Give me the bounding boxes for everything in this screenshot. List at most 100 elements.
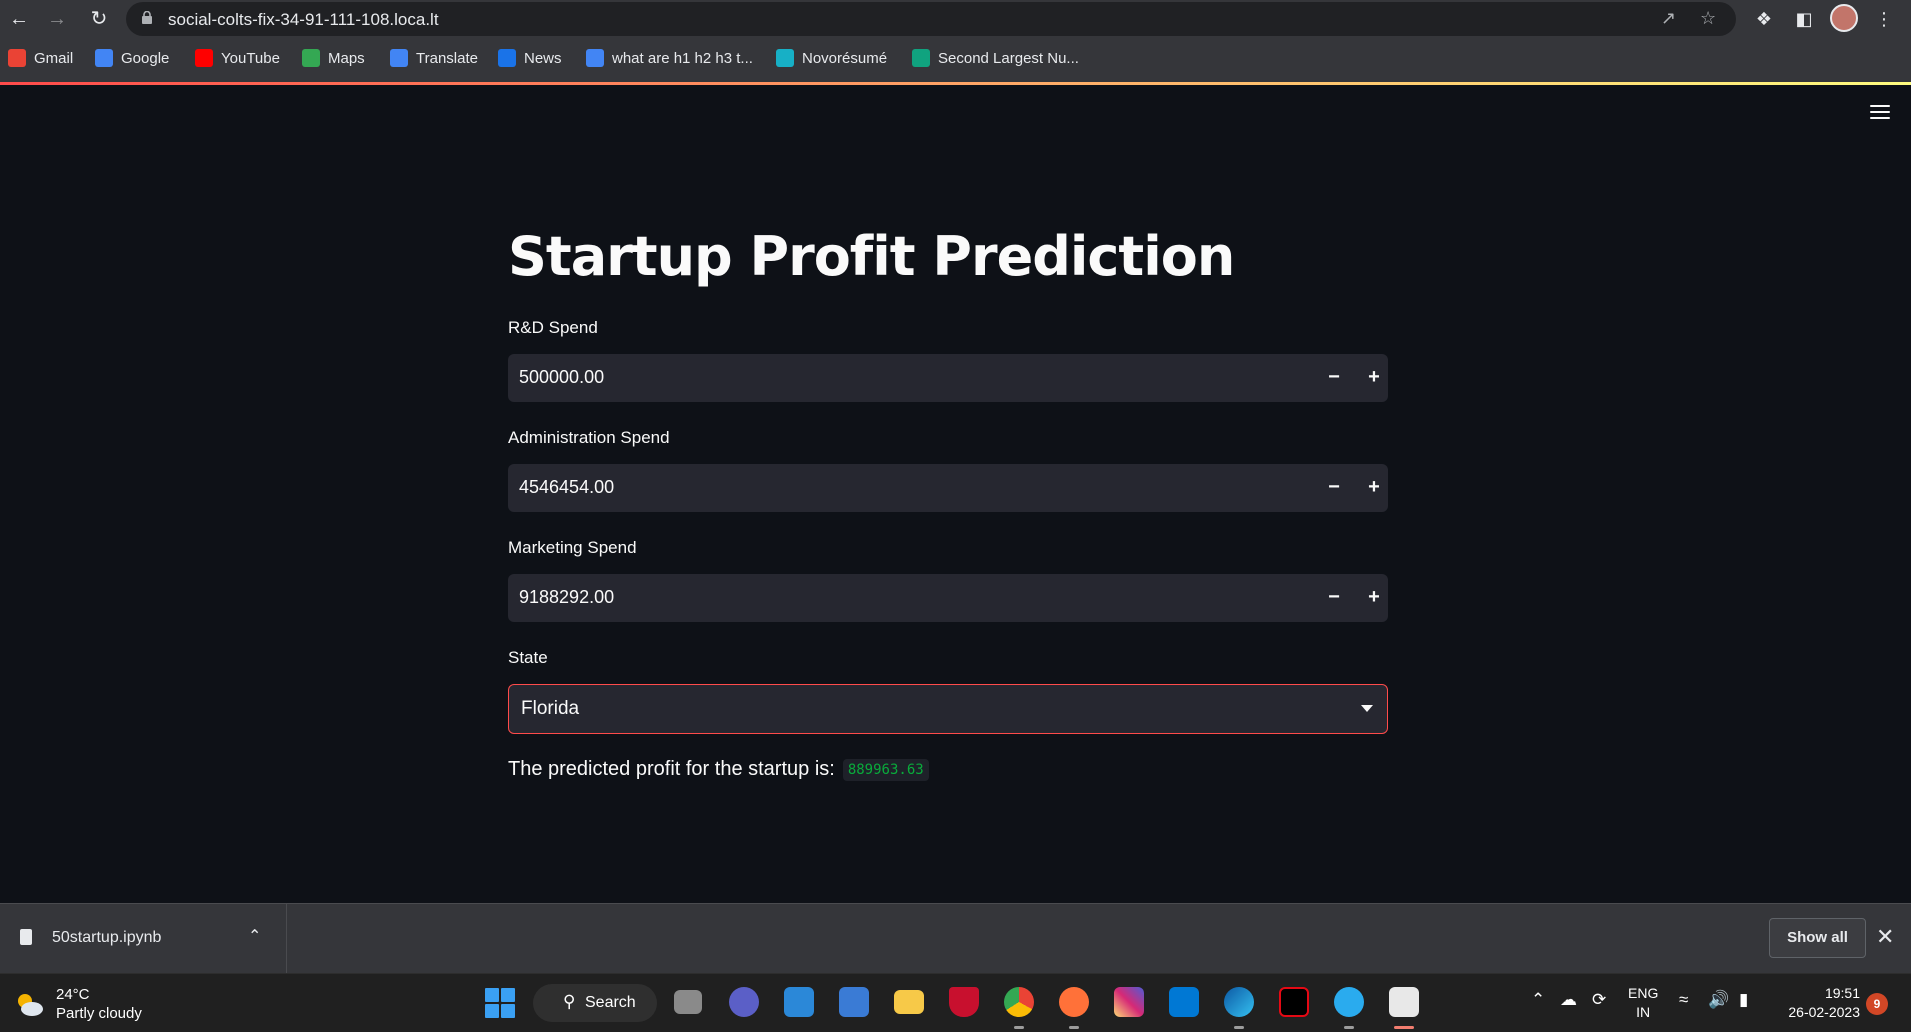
rd-spend-decrement-button[interactable]: − xyxy=(1314,354,1354,402)
address-bar[interactable]: social-colts-fix-34-91-111-108.loca.lt ↗… xyxy=(126,2,1736,36)
file-explorer-icon[interactable] xyxy=(894,990,924,1014)
instagram-icon[interactable] xyxy=(1114,987,1144,1017)
mcafee-icon[interactable] xyxy=(949,987,979,1017)
search-icon: ⚲ xyxy=(563,992,576,1011)
bookmark-favicon-icon xyxy=(302,49,320,67)
onedrive-icon[interactable]: ☁ xyxy=(1560,990,1577,1010)
chrome-icon[interactable] xyxy=(1004,987,1034,1017)
lang-region: IN xyxy=(1636,1004,1651,1020)
bookmark-maps[interactable]: Maps xyxy=(302,48,365,68)
lock-icon xyxy=(142,11,152,24)
snipping-tool-icon[interactable] xyxy=(1389,987,1419,1017)
teams-chat-icon[interactable] xyxy=(729,987,759,1017)
vscode-icon[interactable] xyxy=(1169,987,1199,1017)
task-view-icon[interactable] xyxy=(674,990,702,1014)
bookmark-translate[interactable]: Translate xyxy=(390,48,478,68)
url-text: social-colts-fix-34-91-111-108.loca.lt xyxy=(168,10,439,29)
telegram-icon[interactable] xyxy=(1334,987,1364,1017)
profile-avatar[interactable] xyxy=(1830,4,1858,32)
rd-spend-label: R&D Spend xyxy=(508,318,598,337)
browser-menu-icon[interactable]: ⋮ xyxy=(1870,5,1898,33)
bookmark-favicon-icon xyxy=(95,49,113,67)
bookmarks-bar: Gmail Google YouTube Maps Translate News what … xyxy=(0,42,1911,74)
state-select[interactable]: Florida xyxy=(508,684,1388,734)
bookmark-label: Maps xyxy=(328,49,365,67)
star-icon[interactable]: ☆ xyxy=(1700,8,1716,29)
notification-badge[interactable]: 9 xyxy=(1866,993,1888,1015)
marketing-spend-label: Marketing Spend xyxy=(508,538,637,557)
rd-spend-input[interactable]: 500000.00 − + xyxy=(508,354,1388,402)
active-indicator xyxy=(1394,1026,1414,1029)
edge-icon[interactable] xyxy=(1224,987,1254,1017)
bookmark-favicon-icon xyxy=(776,49,794,67)
bookmark-favicon-icon xyxy=(912,49,930,67)
whiteboard-icon[interactable] xyxy=(839,987,869,1017)
forward-arrow-icon[interactable]: → xyxy=(42,4,72,34)
bookmark-favicon-icon xyxy=(498,49,516,67)
streamlit-app: Startup Profit Prediction R&D Spend 5000… xyxy=(0,85,1911,903)
marketing-spend-decrement-button[interactable]: − xyxy=(1314,574,1354,622)
clock[interactable]: 19:51 26-02-2023 xyxy=(1778,984,1860,1022)
search-label: Search xyxy=(585,994,636,1011)
share-icon[interactable]: ↗ xyxy=(1661,8,1676,29)
bookmark-label: what are h1 h2 h3 t... xyxy=(612,49,753,67)
hamburger-menu-icon[interactable] xyxy=(1870,105,1892,123)
chevron-up-icon[interactable]: ⌃ xyxy=(248,926,261,946)
state-selected-value: Florida xyxy=(521,698,580,719)
weather-desc: Partly cloudy xyxy=(56,1005,142,1022)
bookmark-google[interactable]: Google xyxy=(95,48,169,68)
file-icon xyxy=(20,929,32,945)
netflix-icon[interactable] xyxy=(1279,987,1309,1017)
bookmark-second-largest-nu[interactable]: Second Largest Nu... xyxy=(912,48,1079,68)
bookmark-youtube[interactable]: YouTube xyxy=(195,48,280,68)
prediction-result: The predicted profit for the startup is:… xyxy=(508,758,929,781)
bookmark-novor-sum[interactable]: Novorésumé xyxy=(776,48,887,68)
browser-toolbar: ← → ↻ social-colts-fix-34-91-111-108.loc… xyxy=(0,0,1911,38)
start-button[interactable] xyxy=(485,988,515,1018)
chevron-up-icon[interactable]: ⌃ xyxy=(1531,990,1545,1010)
rd-spend-increment-button[interactable]: + xyxy=(1354,354,1394,402)
bookmark-label: News xyxy=(524,49,562,67)
taskbar-search[interactable]: ⚲ Search xyxy=(533,984,657,1022)
download-file-name: 50startup.ipynb xyxy=(52,929,162,946)
back-arrow-icon[interactable]: ← xyxy=(4,4,34,34)
page-title: Startup Profit Prediction xyxy=(508,225,1235,288)
bookmark-gmail[interactable]: Gmail xyxy=(8,48,73,68)
bookmark-news[interactable]: News xyxy=(498,48,562,68)
result-value: 889963.63 xyxy=(842,758,929,781)
bookmark-label: Translate xyxy=(416,49,478,67)
running-indicator xyxy=(1234,1026,1244,1029)
bookmark-favicon-icon xyxy=(195,49,213,67)
result-text: The predicted profit for the startup is: xyxy=(508,758,835,780)
bookmark-label: Gmail xyxy=(34,49,74,67)
close-icon[interactable]: ✕ xyxy=(1876,924,1894,950)
admin-spend-increment-button[interactable]: + xyxy=(1354,464,1394,512)
marketing-spend-input[interactable]: 9188292.00 − + xyxy=(508,574,1388,622)
admin-spend-input[interactable]: 4546454.00 − + xyxy=(508,464,1388,512)
rd-spend-value: 500000.00 xyxy=(519,367,605,387)
firefox-icon[interactable] xyxy=(1059,987,1089,1017)
side-panel-icon[interactable]: ◧ xyxy=(1790,5,1818,33)
bookmark-favicon-icon xyxy=(8,49,26,67)
windows-taskbar: 24°C Partly cloudy ⚲ Search ⌃ ☁ ⟳ ENG IN… xyxy=(0,973,1911,1032)
bookmark-what-are-h1-h2-h3-t[interactable]: what are h1 h2 h3 t... xyxy=(586,48,753,68)
bookmark-label: YouTube xyxy=(221,49,280,67)
admin-spend-decrement-button[interactable]: − xyxy=(1314,464,1354,512)
show-all-button[interactable]: Show all xyxy=(1769,918,1866,958)
sync-icon[interactable]: ⟳ xyxy=(1592,990,1606,1010)
reload-icon[interactable]: ↻ xyxy=(84,4,114,34)
bookmark-favicon-icon xyxy=(586,49,604,67)
weather-widget[interactable]: 24°C Partly cloudy xyxy=(14,985,174,1025)
language-indicator[interactable]: ENG IN xyxy=(1628,984,1658,1022)
marketing-spend-value: 9188292.00 xyxy=(519,587,615,607)
running-indicator xyxy=(1069,1026,1079,1029)
wifi-icon[interactable]: ≈ xyxy=(1679,990,1688,1010)
bookmark-label: Novorésumé xyxy=(802,49,888,67)
extensions-icon[interactable]: ❖ xyxy=(1750,5,1778,33)
volume-icon[interactable]: 🔊 xyxy=(1708,990,1729,1010)
partly-cloudy-icon xyxy=(18,994,43,1016)
marketing-spend-increment-button[interactable]: + xyxy=(1354,574,1394,622)
microsoft-store-icon[interactable] xyxy=(784,987,814,1017)
battery-icon[interactable]: ▮ xyxy=(1739,990,1748,1010)
download-item[interactable]: 50startup.ipynb ⌃ xyxy=(0,904,287,974)
